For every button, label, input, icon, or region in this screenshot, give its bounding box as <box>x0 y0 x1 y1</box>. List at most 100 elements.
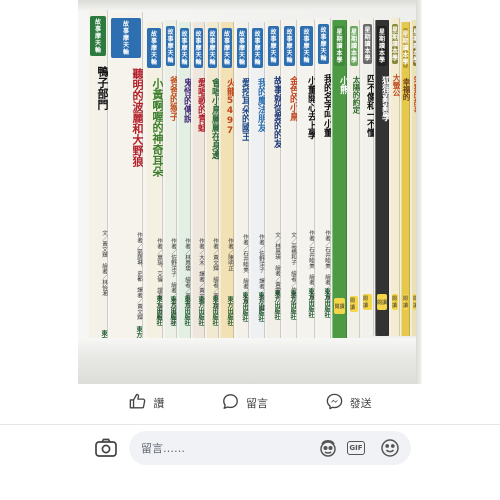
series-char: 讀 <box>336 42 343 50</box>
series-char: 輪 <box>286 56 293 64</box>
book-title: 大螢公 <box>392 74 400 97</box>
series-char: 輪 <box>238 58 245 66</box>
series-tag: 故事摩天輪 <box>111 18 141 58</box>
series-char: 天 <box>238 51 245 59</box>
book-spine: 故事摩天輪小黃啊喔的神奇耳朵 作者／莫瑞．艾倫 譯者／游宗鈺 東方出版社 <box>145 22 163 348</box>
book-publisher: 東方出版社 <box>307 288 314 318</box>
series-char: 故 <box>195 30 202 38</box>
book-title: 狐狸亂亂學 <box>380 76 389 121</box>
book-publisher: 東方出版社 <box>273 290 280 320</box>
book-title: 鬼怪的傳說 <box>182 78 191 123</box>
series-char: 輪 <box>320 54 327 62</box>
comment-button[interactable]: 留言 <box>221 392 268 414</box>
book-spine: 星期讀本學四不像和一不懂 閱讀 <box>361 18 374 336</box>
series-tag: 星期讀本學 <box>363 24 372 64</box>
book-title: 小董開心去上學 <box>306 76 315 139</box>
book-title: 故事就從愛的的友 <box>272 76 281 148</box>
book-title: 愛唱歌的青蛙 <box>196 78 205 132</box>
series-char: 天 <box>167 49 174 57</box>
series-char: 輪 <box>223 58 230 66</box>
gif-icon[interactable]: GIF <box>346 438 366 458</box>
comment-input[interactable] <box>141 439 301 457</box>
series-char: 天 <box>303 49 310 57</box>
book-spine: 故事摩天輪我的名字叫小董 作者／石井睦美 繪者／朱里 東方出版社 <box>316 18 331 340</box>
comment-bubble-icon <box>221 392 240 414</box>
series-char: 故 <box>209 30 216 38</box>
series-char: 摩 <box>167 42 174 50</box>
send-button[interactable]: 發送 <box>325 392 372 414</box>
book-spine: 星期讀本學幸福的 閱讀 <box>401 22 410 336</box>
book-spine: 故事摩天輪故事就從愛的的友 文／林惠瑛 繪者／黃雪萍 東方出版社 <box>266 20 281 342</box>
series-char: 故 <box>150 30 157 38</box>
shelf-top <box>78 0 422 10</box>
series-char: 摩 <box>320 40 327 48</box>
reading-badge: 閱讀 <box>392 294 398 310</box>
series-tag: 故事摩天輪 <box>252 28 263 68</box>
series-char: 天 <box>181 51 188 59</box>
book-spine: 星期讀本學大螢公 閱讀 <box>390 18 400 336</box>
series-char: 期 <box>336 35 343 43</box>
series-char: 學 <box>336 56 343 64</box>
series-char: 事 <box>150 37 157 45</box>
series-char: 事 <box>320 33 327 41</box>
series-char: 期 <box>364 33 371 41</box>
series-tag: 故事摩天輪 <box>318 24 329 64</box>
emoji-icon[interactable] <box>380 438 400 458</box>
series-char: 事 <box>195 37 202 45</box>
series-tag: 星期讀本學 <box>334 26 345 66</box>
series-tag: 故事摩天輪 <box>166 26 175 66</box>
series-char: 摩 <box>209 44 216 52</box>
reading-badge: 閱讀 <box>363 294 372 310</box>
book-publisher: 東方出版社 <box>323 288 330 318</box>
series-char: 輪 <box>303 56 310 64</box>
series-char: 輪 <box>195 58 202 66</box>
comment-field: GIF <box>129 431 411 465</box>
book-title: 會唱小鳥麗麗在身邊 <box>210 78 219 159</box>
series-char: 學 <box>350 56 357 64</box>
series-char: 本 <box>336 49 343 57</box>
series-char: 天 <box>94 39 101 47</box>
series-tag: 故事摩天輪 <box>237 28 247 68</box>
series-char: 讀 <box>392 40 399 48</box>
book-publisher: 東方出版社 <box>183 296 190 326</box>
series-char: 讀 <box>402 44 409 52</box>
series-char: 天 <box>254 51 261 59</box>
series-char: 摩 <box>238 44 245 52</box>
series-char: 學 <box>364 54 371 62</box>
book-spine: 星期讀本學太陽的約定 閱讀 <box>348 20 360 338</box>
series-char: 本 <box>402 51 409 59</box>
series-char: 期 <box>392 33 399 41</box>
like-label: 讚 <box>153 397 165 410</box>
reading-badge: 閱讀 <box>377 294 387 310</box>
book-spine: 故事摩天輪愛唱歌的青蛙 作者／大木 譯者／黃文輝 東方出版社 <box>192 22 205 348</box>
series-char: 學 <box>392 54 399 62</box>
like-button[interactable]: 讚 <box>128 392 164 414</box>
series-char: 事 <box>303 35 310 43</box>
series-tag: 故事摩天輪 <box>222 28 232 68</box>
series-char: 讀 <box>364 40 371 48</box>
series-char: 天 <box>320 47 327 55</box>
avatar-sticker-icon[interactable] <box>318 438 338 458</box>
post-screen: 故事摩天輪鴨子部門文／黃文輝 繪者／林怡湘東方出版社故事摩天輪聽明的波麗和大野狼… <box>0 0 500 500</box>
series-char: 輪 <box>122 48 129 56</box>
book-spine: 故事摩天輪鬼怪的傳說 作者／林惠瑛 繪者／黃雪萍 東方出版社 <box>178 22 191 348</box>
series-char: 天 <box>209 51 216 59</box>
series-char: 讀 <box>350 42 357 50</box>
series-char: 故 <box>122 20 129 28</box>
series-char: 摩 <box>303 42 310 50</box>
series-char: 天 <box>223 51 230 59</box>
book-spine: 故事摩天輪我的魔法朋友 作者／佐野洋子 譯者／黃文輝 東方出版社 <box>250 22 265 344</box>
series-char: 事 <box>122 27 129 35</box>
book-title: 聽明的波麗和大野狼 <box>131 68 143 167</box>
series-tag: 故事摩天輪 <box>180 28 189 68</box>
series-char: 事 <box>270 35 277 43</box>
gif-label: GIF <box>347 441 365 455</box>
series-char: 摩 <box>223 44 230 52</box>
series-char: 輪 <box>167 56 174 64</box>
book-spine: 故事摩天輪爸爸的猴子 作者／佐野洋子 繪者／宮山美知子 東方出版社 <box>164 20 177 348</box>
book-publisher: 東方出版社 <box>257 292 264 322</box>
reading-badge: 閱讀 <box>334 298 345 314</box>
book-title: 我的名字叫小董 <box>322 74 331 137</box>
post-photo[interactable]: 故事摩天輪鴨子部門文／黃文輝 繪者／林怡湘東方出版社故事摩天輪聽明的波麗和大野狼… <box>78 0 422 384</box>
camera-icon[interactable] <box>94 437 118 459</box>
